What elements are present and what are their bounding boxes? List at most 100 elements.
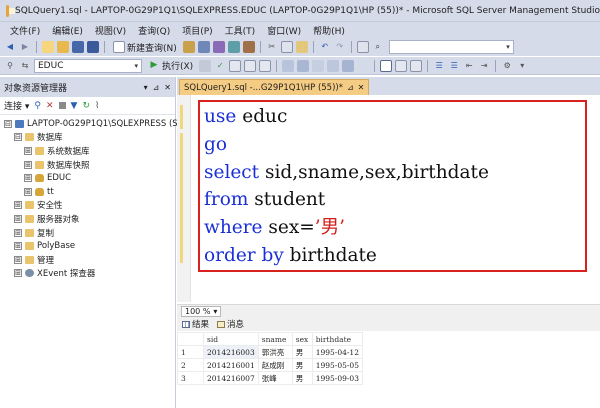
save-all-icon[interactable] [87, 41, 99, 53]
row-number[interactable]: 2 [177, 358, 204, 372]
row-number[interactable]: 1 [177, 345, 204, 359]
tree-node-polybase[interactable]: ⊞ PolyBase [0, 239, 175, 253]
change-connection-icon[interactable]: ⇆ [19, 60, 31, 72]
tree-node-databases[interactable]: ⊟ 数据库 [0, 131, 175, 145]
menu-file[interactable]: 文件(F) [4, 24, 46, 37]
expand-icon[interactable]: ⊞ [24, 160, 32, 169]
paste-icon[interactable] [295, 41, 308, 53]
results-file-icon[interactable] [410, 59, 423, 72]
cell-sid[interactable]: 2014216003 [203, 345, 259, 359]
cut-icon[interactable]: ✂ [266, 41, 278, 53]
column-header-sex[interactable]: sex [291, 332, 313, 346]
cell-sid[interactable]: 2014216001 [203, 358, 259, 372]
redo-icon[interactable]: ↷ [334, 41, 346, 53]
connect-dropdown[interactable]: 连接 ▾ [4, 99, 29, 112]
expand-icon[interactable]: ⊞ [14, 228, 22, 237]
include-plan-icon[interactable] [327, 59, 340, 72]
results-grid-icon[interactable] [380, 59, 393, 72]
increase-indent-icon[interactable]: ⇥ [478, 60, 490, 72]
sql-code[interactable]: use educ go select sid,sname,sex,birthda… [204, 103, 489, 270]
search-combo[interactable]: ▾ [388, 40, 514, 54]
expand-icon[interactable]: ⊞ [14, 201, 22, 210]
tree-node-server[interactable]: ⊟ LAPTOP-0G29P1Q1\SQLEXPRESS (SQL [0, 117, 189, 131]
expand-icon[interactable]: ⊞ [24, 187, 32, 196]
comment-out-icon[interactable]: ☰ [433, 60, 445, 72]
expand-icon[interactable]: ⊞ [24, 174, 32, 183]
cell-sname[interactable]: 赵成刚 [257, 358, 293, 372]
tree-node-security[interactable]: ⊞ 安全性 [0, 199, 175, 213]
undo-icon[interactable]: ↶ [319, 41, 331, 53]
stop-icon[interactable] [58, 102, 66, 109]
execute-button[interactable]: ▶ 执行(X) [145, 59, 196, 73]
parse-check-icon[interactable]: ✓ [214, 60, 226, 72]
results-to-file-icon[interactable] [259, 59, 272, 72]
tree-node-server-objects[interactable]: ⊞ 服务器对象 [0, 212, 175, 226]
cell-sname[interactable]: 郭洪亮 [257, 345, 293, 359]
menu-help[interactable]: 帮助(H) [307, 24, 351, 37]
results-to-text-icon[interactable] [229, 59, 242, 72]
back-icon[interactable]: ◀ [4, 41, 16, 53]
xmla-query-icon[interactable] [227, 41, 240, 53]
dmx-query-icon[interactable] [212, 41, 225, 53]
zoom-selector[interactable]: 100 % ▾ [181, 305, 222, 317]
database-selector[interactable]: EDUC ▾ [34, 58, 142, 73]
collapse-icon[interactable]: ⊟ [14, 133, 22, 142]
tree-node-management[interactable]: ⊞ 管理 [0, 253, 175, 267]
expand-icon[interactable]: ⊞ [14, 214, 22, 223]
tree-node-xevent-profiler[interactable]: ⊞ XEvent 探查器 [0, 267, 175, 281]
toolbar-overflow-icon[interactable]: ▾ [516, 60, 528, 72]
close-icon[interactable]: ✕ [164, 83, 171, 92]
connect-object-icon[interactable]: ⚲ [34, 101, 41, 111]
intellisense-icon[interactable] [312, 59, 325, 72]
stop-icon[interactable] [199, 59, 212, 72]
display-plan-icon[interactable] [282, 59, 295, 72]
close-tab-icon[interactable]: ✕ [358, 83, 365, 92]
query-options-icon[interactable] [297, 59, 310, 72]
mdx-query-icon[interactable] [197, 41, 210, 53]
menu-edit[interactable]: 编辑(E) [46, 24, 89, 37]
tab-messages[interactable]: 消息 [217, 318, 244, 330]
refresh-icon[interactable]: ↻ [82, 101, 90, 111]
tree-node-educ[interactable]: ⊞ EDUC [0, 171, 175, 185]
cell-birthdate[interactable]: 1995-05-05 [311, 358, 363, 372]
tree-node-tt[interactable]: ⊞ tt [0, 185, 175, 199]
column-header-sname[interactable]: sname [257, 332, 293, 346]
auto-hide-pin-icon[interactable]: ⊿ [153, 83, 160, 92]
menu-project[interactable]: 项目(P) [176, 24, 218, 37]
tree-node-replication[interactable]: ⊞ 复制 [0, 226, 175, 240]
pin-icon[interactable]: ⊿ [347, 83, 354, 92]
table-row[interactable]: 3 2014216007 张峰 男 1995-09-03 [177, 371, 363, 385]
table-row[interactable]: 1 2014216003 郭洪亮 男 1995-04-12 [177, 345, 363, 359]
new-query-button[interactable]: 新建查询(N) [110, 41, 180, 54]
tab-sqlquery1[interactable]: SQLQuery1.sql -...G29P1Q1\HP (55))* ⊿ ✕ [179, 79, 370, 95]
find-icon[interactable]: ⌕ [372, 41, 384, 53]
cell-sex[interactable]: 男 [291, 358, 313, 372]
specify-template-values-icon[interactable]: ⚙ [501, 60, 513, 72]
cell-sex[interactable]: 男 [291, 371, 313, 385]
disconnect-icon[interactable]: ✕ [46, 101, 54, 111]
table-row[interactable]: 2 2014216001 赵成刚 男 1995-05-05 [177, 358, 363, 372]
db-engine-query-icon[interactable] [182, 41, 195, 53]
new-file-icon[interactable] [42, 41, 54, 53]
save-icon[interactable] [72, 41, 84, 53]
cell-sid[interactable]: 2014216007 [203, 371, 259, 385]
menu-view[interactable]: 视图(V) [89, 24, 132, 37]
menu-tools[interactable]: 工具(T) [219, 24, 262, 37]
decrease-indent-icon[interactable]: ⇤ [463, 60, 475, 72]
activity-monitor-icon[interactable]: ⌇ [95, 101, 99, 111]
client-stats-icon[interactable] [342, 59, 355, 72]
expand-icon[interactable]: ⊞ [24, 146, 32, 155]
open-folder-icon[interactable] [57, 41, 69, 53]
column-header-birthdate[interactable]: birthdate [311, 332, 363, 346]
forward-icon[interactable]: ▶ [19, 41, 31, 53]
expand-icon[interactable]: ⊞ [14, 242, 22, 251]
results-to-grid-icon[interactable] [244, 59, 257, 72]
pin-dropdown-icon[interactable]: ▾ [144, 83, 148, 92]
column-header-sid[interactable]: sid [203, 332, 259, 346]
expand-icon[interactable]: ⊞ [14, 255, 22, 264]
menu-query[interactable]: 查询(Q) [132, 24, 176, 37]
expand-icon[interactable]: ⊞ [14, 269, 22, 278]
menu-window[interactable]: 窗口(W) [261, 24, 307, 37]
collapse-icon[interactable]: ⊟ [4, 119, 12, 128]
sqlcmd-mode-icon[interactable] [357, 59, 370, 72]
